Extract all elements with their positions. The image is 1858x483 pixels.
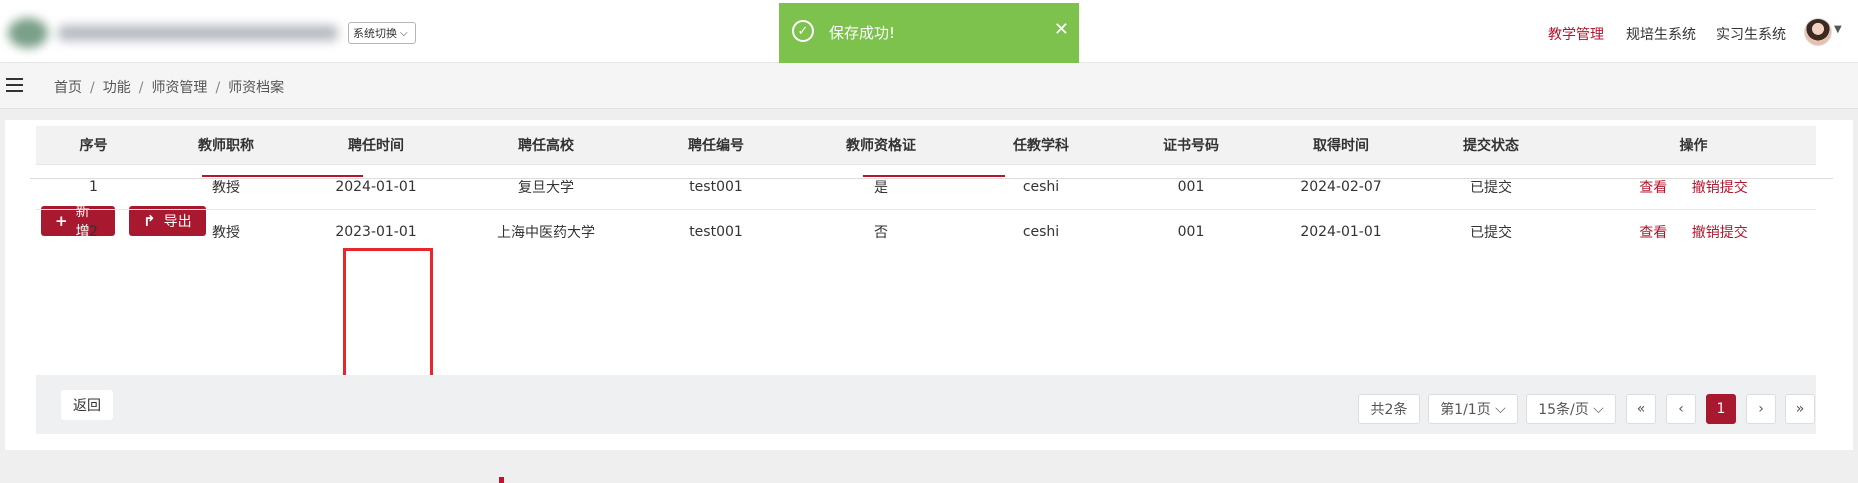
cell-certificate: 是: [791, 164, 971, 210]
cell-title: 教授: [151, 209, 301, 254]
col-header: 证书号码: [1111, 126, 1271, 165]
cell-number: test001: [641, 164, 791, 210]
col-header: 操作: [1571, 126, 1816, 165]
cell-actions: 查看 撤销提交: [1571, 164, 1816, 210]
revoke-submit-link[interactable]: 撤销提交: [1692, 225, 1748, 241]
page-size-select[interactable]: 15条/页 ⌵: [1526, 394, 1616, 424]
logo: [8, 14, 338, 52]
col-header: 教师职称: [151, 126, 301, 165]
col-header: 教师资格证: [791, 126, 971, 165]
cell-code: 001: [1111, 164, 1271, 210]
cell-obtained: 2024-01-01: [1271, 209, 1411, 254]
menu-icon[interactable]: [6, 78, 23, 96]
chevron-down-icon: ⌵: [400, 27, 408, 39]
page-info-label: 第1/1页: [1440, 402, 1491, 418]
last-page-button[interactable]: »: [1785, 394, 1815, 424]
nav-intern-system[interactable]: 实习生系统: [1716, 24, 1786, 44]
cell-number: test001: [641, 209, 791, 254]
breadcrumb-faculty-archive: 师资档案: [228, 80, 285, 96]
col-header: 聘任编号: [641, 126, 791, 165]
cell-status: 已提交: [1411, 209, 1571, 254]
highlight-box: [343, 248, 433, 385]
cell-certificate: 否: [791, 209, 971, 254]
cell-title: 教授: [151, 164, 301, 210]
chevron-down-icon: ⌵: [1495, 401, 1506, 417]
col-header: 聘任高校: [451, 126, 641, 165]
cell-code: 001: [1111, 209, 1271, 254]
view-link[interactable]: 查看: [1639, 180, 1667, 196]
col-header: 取得时间: [1271, 126, 1411, 165]
nav-teaching-management[interactable]: 教学管理: [1548, 24, 1604, 44]
cell-subject: ceshi: [971, 209, 1111, 254]
nav-resident-system[interactable]: 规培生系统: [1626, 24, 1696, 44]
back-button[interactable]: 返回: [61, 390, 113, 420]
close-icon[interactable]: ✕: [1054, 19, 1069, 40]
cell-school: 上海中医药大学: [451, 209, 641, 254]
system-switch-label: 系统切换: [353, 27, 397, 40]
col-header: 任教学科: [971, 126, 1111, 165]
breadcrumb-faculty-management[interactable]: 师资管理: [151, 80, 207, 96]
cell-no: 2: [36, 209, 151, 254]
first-page-button[interactable]: «: [1626, 394, 1656, 424]
chevron-down-icon: ⌵: [1593, 401, 1604, 417]
success-toast: ✓ 保存成功! ✕: [779, 3, 1079, 63]
cell-no: 1: [36, 164, 151, 210]
cell-obtained: 2024-02-07: [1271, 164, 1411, 210]
cell-date: 2024-01-01: [301, 164, 451, 210]
next-page-button[interactable]: ›: [1746, 394, 1776, 424]
check-circle-icon: ✓: [792, 20, 814, 42]
prev-page-button[interactable]: ‹: [1666, 394, 1696, 424]
toast-message: 保存成功!: [829, 24, 896, 42]
table-header-row: 序号 教师职称 聘任时间 聘任高校 聘任编号 教师资格证 任教学科 证书号码 取…: [36, 126, 1816, 165]
page-1-button[interactable]: 1: [1706, 394, 1736, 424]
annotation-mark: [499, 477, 504, 483]
table-row: 2 教授 2023-01-01 上海中医药大学 test001 否 ceshi …: [36, 209, 1816, 254]
page-size-label: 15条/页: [1538, 402, 1589, 418]
table-row: 1 教授 2024-01-01 复旦大学 test001 是 ceshi 001…: [36, 164, 1816, 210]
total-count: 共2条: [1358, 394, 1420, 424]
cell-subject: ceshi: [971, 164, 1111, 210]
title-info-table: 序号 教师职称 聘任时间 聘任高校 聘任编号 教师资格证 任教学科 证书号码 取…: [36, 126, 1816, 254]
view-link[interactable]: 查看: [1639, 225, 1667, 241]
col-header: 提交状态: [1411, 126, 1571, 165]
col-header: 聘任时间: [301, 126, 451, 165]
avatar[interactable]: [1804, 18, 1832, 46]
breadcrumb-bar: 首页 / 功能 / 师资管理 / 师资档案: [0, 63, 1858, 109]
col-header: 序号: [36, 126, 151, 165]
revoke-submit-link[interactable]: 撤销提交: [1692, 180, 1748, 196]
system-switch-select[interactable]: 系统切换 ⌵: [348, 22, 416, 44]
cell-school: 复旦大学: [451, 164, 641, 210]
breadcrumb: 首页 / 功能 / 师资管理 / 师资档案: [54, 80, 285, 96]
breadcrumb-function[interactable]: 功能: [103, 80, 131, 96]
breadcrumb-home[interactable]: 首页: [54, 80, 82, 96]
table-footer: 返回 共2条 第1/1页 ⌵ 15条/页 ⌵ « ‹ 1 › »: [36, 375, 1816, 434]
cell-status: 已提交: [1411, 164, 1571, 210]
cell-actions: 查看 撤销提交: [1571, 209, 1816, 254]
caret-down-icon[interactable]: ▼: [1834, 24, 1842, 35]
page-info-select[interactable]: 第1/1页 ⌵: [1428, 394, 1518, 424]
